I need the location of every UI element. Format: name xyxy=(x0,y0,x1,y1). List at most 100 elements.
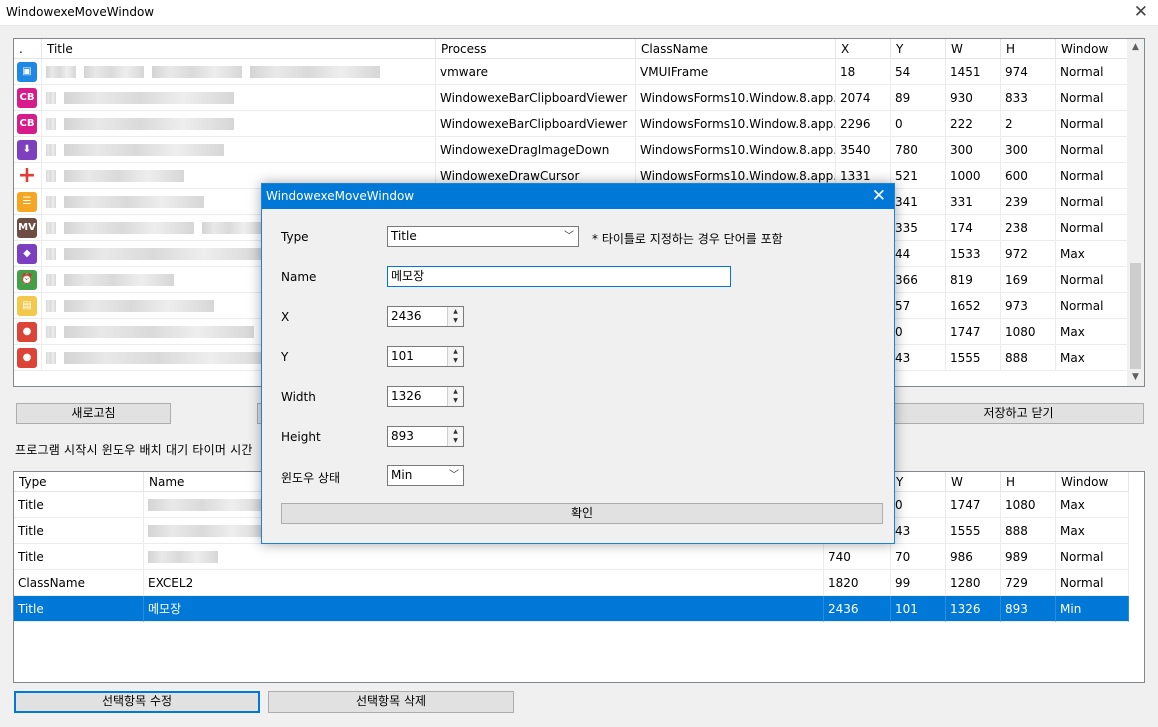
cell-y: 521 xyxy=(891,163,946,189)
height-label: Height xyxy=(281,430,321,444)
scroll-thumb[interactable] xyxy=(1130,263,1141,369)
ok-button[interactable]: 확인 xyxy=(281,503,883,524)
table-row[interactable]: ⬇ WindowexeDragImageDown WindowsForms10.Wi… xyxy=(14,137,1129,163)
column-header[interactable]: W xyxy=(946,472,1001,492)
cell-window: Max xyxy=(1056,345,1129,371)
column-header[interactable]: Y xyxy=(891,39,946,59)
blurred-name xyxy=(148,551,218,563)
spin-down-icon[interactable]: ▼ xyxy=(448,356,463,365)
chrome-icon: ● xyxy=(17,348,37,368)
cell-type: Title xyxy=(14,492,144,518)
column-header[interactable]: Y xyxy=(891,472,946,492)
chevron-down-icon: ﹀ xyxy=(564,231,574,242)
type-select[interactable]: Title ﹀ xyxy=(387,226,579,247)
column-header[interactable]: . xyxy=(14,39,42,59)
table-row[interactable]: CB WindowexeBarClipboardViewer WindowsForm… xyxy=(14,85,1129,111)
scroll-down-icon[interactable]: ▼ xyxy=(1127,369,1144,386)
cell-w: 331 xyxy=(946,189,1001,215)
blurred-title xyxy=(64,92,234,104)
blurred-title xyxy=(64,144,224,156)
window-state-select[interactable]: Min ﹀ xyxy=(387,465,464,486)
blurred-title xyxy=(46,274,56,286)
icon-cell: ● xyxy=(14,345,42,371)
close-icon[interactable]: ✕ xyxy=(1134,2,1148,22)
cell-type: Title xyxy=(14,596,144,622)
cell-w: 819 xyxy=(946,267,1001,293)
width-spin-buttons[interactable]: ▲ ▼ xyxy=(447,387,463,406)
column-header[interactable]: Window xyxy=(1056,39,1129,59)
spin-down-icon[interactable]: ▼ xyxy=(448,436,463,445)
cell-h: 833 xyxy=(1001,85,1056,111)
column-header[interactable]: ClassName xyxy=(636,39,836,59)
window-list-scrollbar[interactable]: ▲ ▼ xyxy=(1127,39,1144,386)
cell-y: 101 xyxy=(891,596,946,622)
cell-w: 1451 xyxy=(946,59,1001,85)
column-header[interactable]: Window xyxy=(1056,472,1129,492)
spin-down-icon[interactable]: ▼ xyxy=(448,396,463,405)
table-row[interactable]: ClassName EXCEL2 1820 99 1280 729 Normal xyxy=(14,570,1129,596)
cell-y: 0 xyxy=(891,319,946,345)
cell-y: 44 xyxy=(891,241,946,267)
column-header[interactable]: Type xyxy=(14,472,144,492)
edit-selected-button[interactable]: 선택항목 수정 xyxy=(14,691,260,713)
cell-h: 989 xyxy=(1001,544,1056,570)
y-spin-buttons[interactable]: ▲ ▼ xyxy=(447,347,463,366)
refresh-button[interactable]: 새로고침 xyxy=(16,403,171,424)
delete-selected-button[interactable]: 선택항목 삭제 xyxy=(268,691,514,713)
height-stepper[interactable]: 893 ▲ ▼ xyxy=(387,426,464,447)
cell-h: 2 xyxy=(1001,111,1056,137)
spin-up-icon[interactable]: ▲ xyxy=(448,387,463,396)
dialog-close-icon[interactable]: ✕ xyxy=(872,186,886,206)
icon-cell: ◆ xyxy=(14,241,42,267)
blurred-title xyxy=(84,66,144,78)
cell-y: 57 xyxy=(891,293,946,319)
mv-icon: MV xyxy=(17,218,37,238)
cell-h: 600 xyxy=(1001,163,1056,189)
table-row[interactable]: ▣ vmware VMUIFrame 18 54 1451 974 Normal xyxy=(14,59,1129,85)
table-row[interactable]: Title 740 70 986 989 Normal xyxy=(14,544,1129,570)
cell-type: ClassName xyxy=(14,570,144,596)
column-header[interactable]: H xyxy=(1001,39,1056,59)
cell-process: WindowexeDragImageDown xyxy=(436,137,636,163)
window-title: WindowexeMoveWindow xyxy=(6,5,155,19)
cell-y: 99 xyxy=(891,570,946,596)
cell-process: vmware xyxy=(436,59,636,85)
name-input[interactable]: 메모장 xyxy=(387,266,731,287)
table-row[interactable]: Title 메모장 2436 101 1326 893 Min xyxy=(14,596,1129,622)
column-header[interactable]: X xyxy=(836,39,891,59)
spin-up-icon[interactable]: ▲ xyxy=(448,427,463,436)
spin-up-icon[interactable]: ▲ xyxy=(448,307,463,316)
cell-window: Normal xyxy=(1056,85,1129,111)
cell-window: Normal xyxy=(1056,111,1129,137)
column-header[interactable]: Title xyxy=(42,39,436,59)
cell-x: 2074 xyxy=(836,85,891,111)
blurred-title xyxy=(64,326,254,338)
blurred-title xyxy=(46,326,56,338)
width-stepper[interactable]: 1326 ▲ ▼ xyxy=(387,386,464,407)
save-close-button[interactable]: 저장하고 닫기 xyxy=(893,403,1144,424)
column-header[interactable]: H xyxy=(1001,472,1056,492)
x-stepper[interactable]: 2436 ▲ ▼ xyxy=(387,306,464,327)
y-stepper[interactable]: 101 ▲ ▼ xyxy=(387,346,464,367)
column-header[interactable]: W xyxy=(946,39,1001,59)
cell-x: 740 xyxy=(824,544,891,570)
blurred-title xyxy=(202,222,262,234)
cell-type: Title xyxy=(14,518,144,544)
x-spin-buttons[interactable]: ▲ ▼ xyxy=(447,307,463,326)
blurred-title xyxy=(64,352,274,364)
cell-h: 1080 xyxy=(1001,492,1056,518)
cell-type: Title xyxy=(14,544,144,570)
window-list-header: . Title Process ClassName X Y W H Window xyxy=(14,39,1129,59)
cell-h: 729 xyxy=(1001,570,1056,596)
spin-up-icon[interactable]: ▲ xyxy=(448,347,463,356)
cell-class: WindowsForms10.Window.8.app... xyxy=(636,85,836,111)
alarm-clock-icon: ⏰ xyxy=(17,270,37,290)
cell-h: 169 xyxy=(1001,267,1056,293)
height-spin-buttons[interactable]: ▲ ▼ xyxy=(447,427,463,446)
name-label: Name xyxy=(281,270,317,284)
table-row[interactable]: CB WindowexeBarClipboardViewer WindowsForm… xyxy=(14,111,1129,137)
spin-down-icon[interactable]: ▼ xyxy=(448,316,463,325)
column-header[interactable]: Process xyxy=(436,39,636,59)
scroll-up-icon[interactable]: ▲ xyxy=(1127,39,1144,56)
icon-cell: ▣ xyxy=(14,59,42,85)
